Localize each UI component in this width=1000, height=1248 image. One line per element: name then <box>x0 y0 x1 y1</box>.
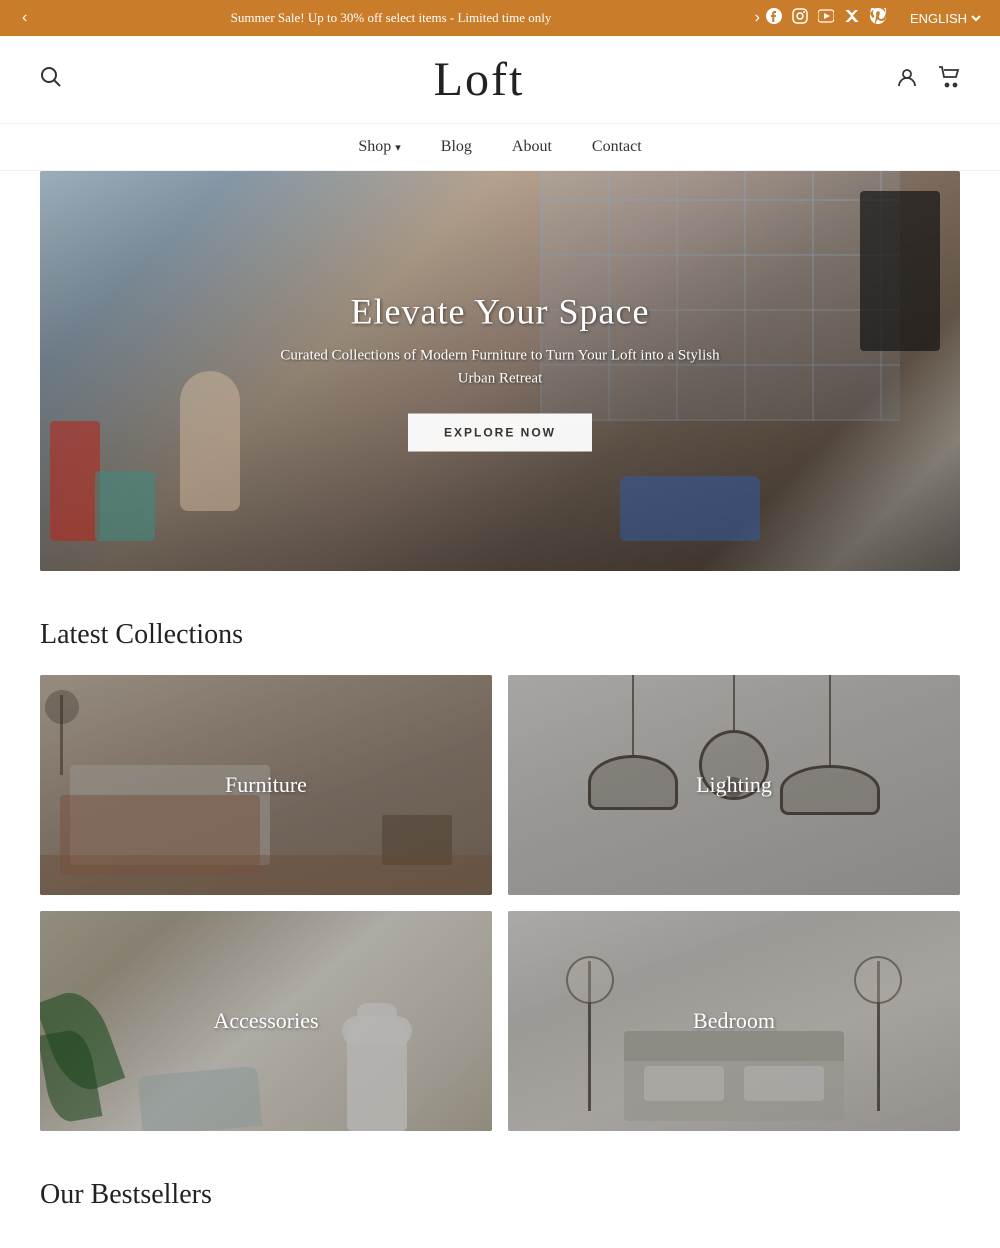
bestsellers-section: Our Bestsellers <box>40 1179 960 1211</box>
bedroom-label: Bedroom <box>693 1008 775 1034</box>
collection-accessories[interactable]: Accessories <box>40 911 492 1131</box>
lighting-label: Lighting <box>696 772 772 798</box>
pinterest-icon[interactable] <box>870 8 886 29</box>
accessories-label: Accessories <box>213 1008 318 1034</box>
hero-image: Elevate Your Space Curated Collections o… <box>40 171 960 571</box>
collections-grid-bottom: Accessories <box>40 911 960 1131</box>
main-content: Latest Collections Furniture <box>0 619 1000 1211</box>
hero-subtitle: Curated Collections of Modern Furniture … <box>270 345 730 390</box>
cart-button[interactable] <box>938 66 960 94</box>
header-right <box>896 66 960 94</box>
collection-furniture[interactable]: Furniture <box>40 675 492 895</box>
main-nav: Shop ▾ Blog About Contact <box>0 124 1000 171</box>
account-button[interactable] <box>896 66 918 94</box>
nav-contact[interactable]: Contact <box>592 138 642 156</box>
collections-grid-top: Furniture <box>40 675 960 895</box>
nav-blog[interactable]: Blog <box>441 138 472 156</box>
search-button[interactable] <box>40 66 62 94</box>
youtube-icon[interactable] <box>818 8 834 29</box>
social-icons-group: ENGLISH FRENCH SPANISH <box>766 8 984 29</box>
facebook-icon[interactable] <box>766 8 782 29</box>
hero-content: Elevate Your Space Curated Collections o… <box>270 291 730 452</box>
announcement-bar: ‹ Summer Sale! Up to 30% off select item… <box>0 0 1000 36</box>
header: Loft <box>0 36 1000 124</box>
nav-shop[interactable]: Shop ▾ <box>358 138 400 156</box>
nav-about[interactable]: About <box>512 138 552 156</box>
announcement-text: Summer Sale! Up to 30% off select items … <box>33 10 748 26</box>
header-left <box>40 66 62 94</box>
shop-dropdown-chevron: ▾ <box>395 141 401 154</box>
announcement-prev-btn[interactable]: ‹ <box>16 7 33 29</box>
bestsellers-title: Our Bestsellers <box>40 1179 960 1211</box>
hero-section: Elevate Your Space Curated Collections o… <box>0 171 1000 571</box>
collections-title: Latest Collections <box>40 619 960 651</box>
instagram-icon[interactable] <box>792 8 808 29</box>
language-select[interactable]: ENGLISH FRENCH SPANISH <box>906 10 984 27</box>
collection-lighting[interactable]: Lighting <box>508 675 960 895</box>
hero-cta-button[interactable]: EXPLORE NOW <box>408 414 592 452</box>
hero-title: Elevate Your Space <box>270 291 730 333</box>
announcement-next-btn[interactable]: › <box>749 7 766 29</box>
site-logo[interactable]: Loft <box>62 52 896 107</box>
furniture-label: Furniture <box>225 772 307 798</box>
twitter-icon[interactable] <box>844 8 860 29</box>
collection-bedroom[interactable]: Bedroom <box>508 911 960 1131</box>
